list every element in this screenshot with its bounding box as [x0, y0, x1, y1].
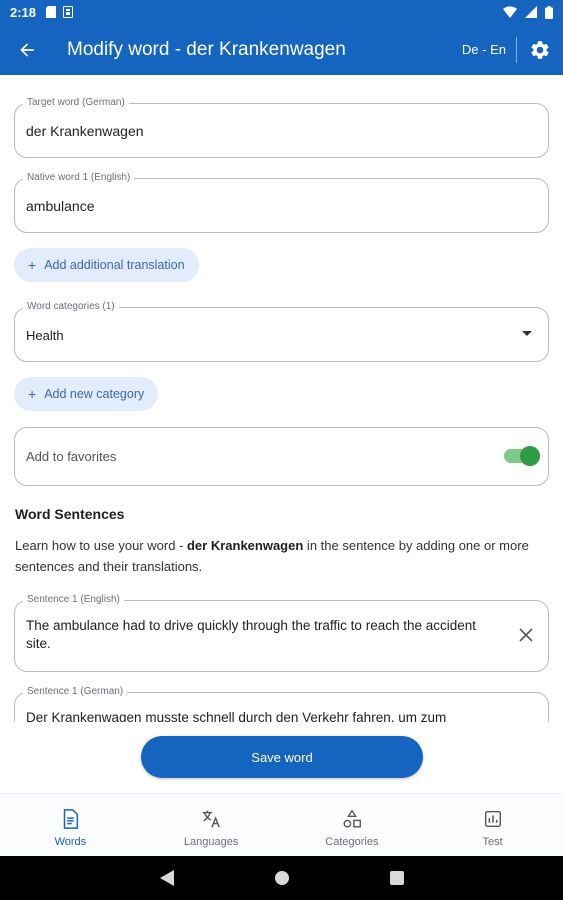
- add-category-label: Add new category: [44, 387, 145, 401]
- tab-categories[interactable]: Categories: [282, 794, 423, 856]
- tab-words-label: Words: [54, 836, 87, 848]
- word-categories-value: Health: [26, 328, 64, 343]
- app-notification-icon: [63, 6, 74, 18]
- desc-prefix: Learn how to use your word -: [15, 538, 187, 553]
- language-pair-button[interactable]: De - En: [462, 42, 506, 57]
- recents-square-icon[interactable]: [389, 871, 404, 885]
- add-translation-button[interactable]: + Add additional translation: [14, 248, 199, 282]
- native-word-value: ambulance: [26, 198, 95, 214]
- tab-languages[interactable]: Languages: [141, 794, 282, 856]
- add-category-button[interactable]: + Add new category: [14, 377, 159, 411]
- word-categories-label: Word categories (1): [23, 301, 119, 313]
- favorites-row: Add to favorites: [14, 427, 549, 486]
- native-word-label: Native word 1 (English): [23, 172, 135, 184]
- target-word-value: der Krankenwagen: [26, 123, 144, 139]
- plus-icon: +: [28, 257, 37, 273]
- chart-icon: [484, 810, 501, 828]
- word-categories-dropdown[interactable]: Word categories (1) Health: [14, 301, 549, 362]
- favorites-label: Add to favorites: [26, 449, 117, 464]
- tab-languages-label: Languages: [183, 836, 239, 848]
- tab-categories-label: Categories: [325, 836, 379, 848]
- back-button[interactable]: [0, 24, 54, 75]
- app-bar: Modify word - der Krankenwagen De - En: [0, 24, 563, 75]
- sentences-description: Learn how to use your word - der Kranken…: [15, 535, 545, 577]
- bottom-navigation: Words Languages Categories Test: [0, 793, 563, 856]
- close-icon[interactable]: [518, 627, 534, 643]
- back-triangle-icon[interactable]: [159, 870, 174, 886]
- page-title: Modify word - der Krankenwagen: [67, 38, 346, 60]
- shapes-icon: [343, 809, 361, 828]
- favorites-toggle[interactable]: [504, 446, 540, 466]
- wifi-icon: [503, 6, 517, 18]
- arrow-back-icon: [20, 42, 34, 57]
- home-circle-icon[interactable]: [274, 870, 290, 886]
- appbar-divider: [516, 36, 517, 63]
- signal-icon: [525, 6, 537, 18]
- sentence-english-field[interactable]: Sentence 1 (English) The ambulance had t…: [14, 594, 549, 672]
- sentence-german-label: Sentence 1 (German): [23, 686, 128, 698]
- system-navigation-bar: [0, 856, 563, 900]
- sentence-english-label: Sentence 1 (English): [23, 594, 124, 606]
- status-time: 2:18: [10, 4, 37, 20]
- plus-icon: +: [28, 386, 37, 402]
- document-icon: [64, 809, 79, 829]
- tab-test-label: Test: [482, 836, 503, 848]
- save-word-button[interactable]: Save word: [141, 736, 423, 778]
- target-word-field[interactable]: Target word (German) der Krankenwagen: [14, 97, 549, 158]
- sd-card-icon: [46, 6, 57, 18]
- tab-test[interactable]: Test: [422, 794, 563, 856]
- gear-icon[interactable]: [529, 39, 551, 61]
- add-translation-label: Add additional translation: [44, 258, 185, 272]
- toggle-knob: [520, 446, 540, 466]
- native-word-field[interactable]: Native word 1 (English) ambulance: [14, 172, 549, 233]
- status-bar: 2:18: [0, 0, 563, 24]
- sentence-english-value: The ambulance had to drive quickly throu…: [26, 618, 477, 651]
- dropdown-arrow-icon: [522, 331, 532, 336]
- sentences-title: Word Sentences: [15, 506, 125, 522]
- target-word-label: Target word (German): [23, 97, 129, 109]
- translate-icon: [202, 810, 221, 828]
- battery-icon: [545, 5, 553, 19]
- tab-words[interactable]: Words: [0, 794, 141, 856]
- desc-word: der Krankenwagen: [186, 538, 304, 553]
